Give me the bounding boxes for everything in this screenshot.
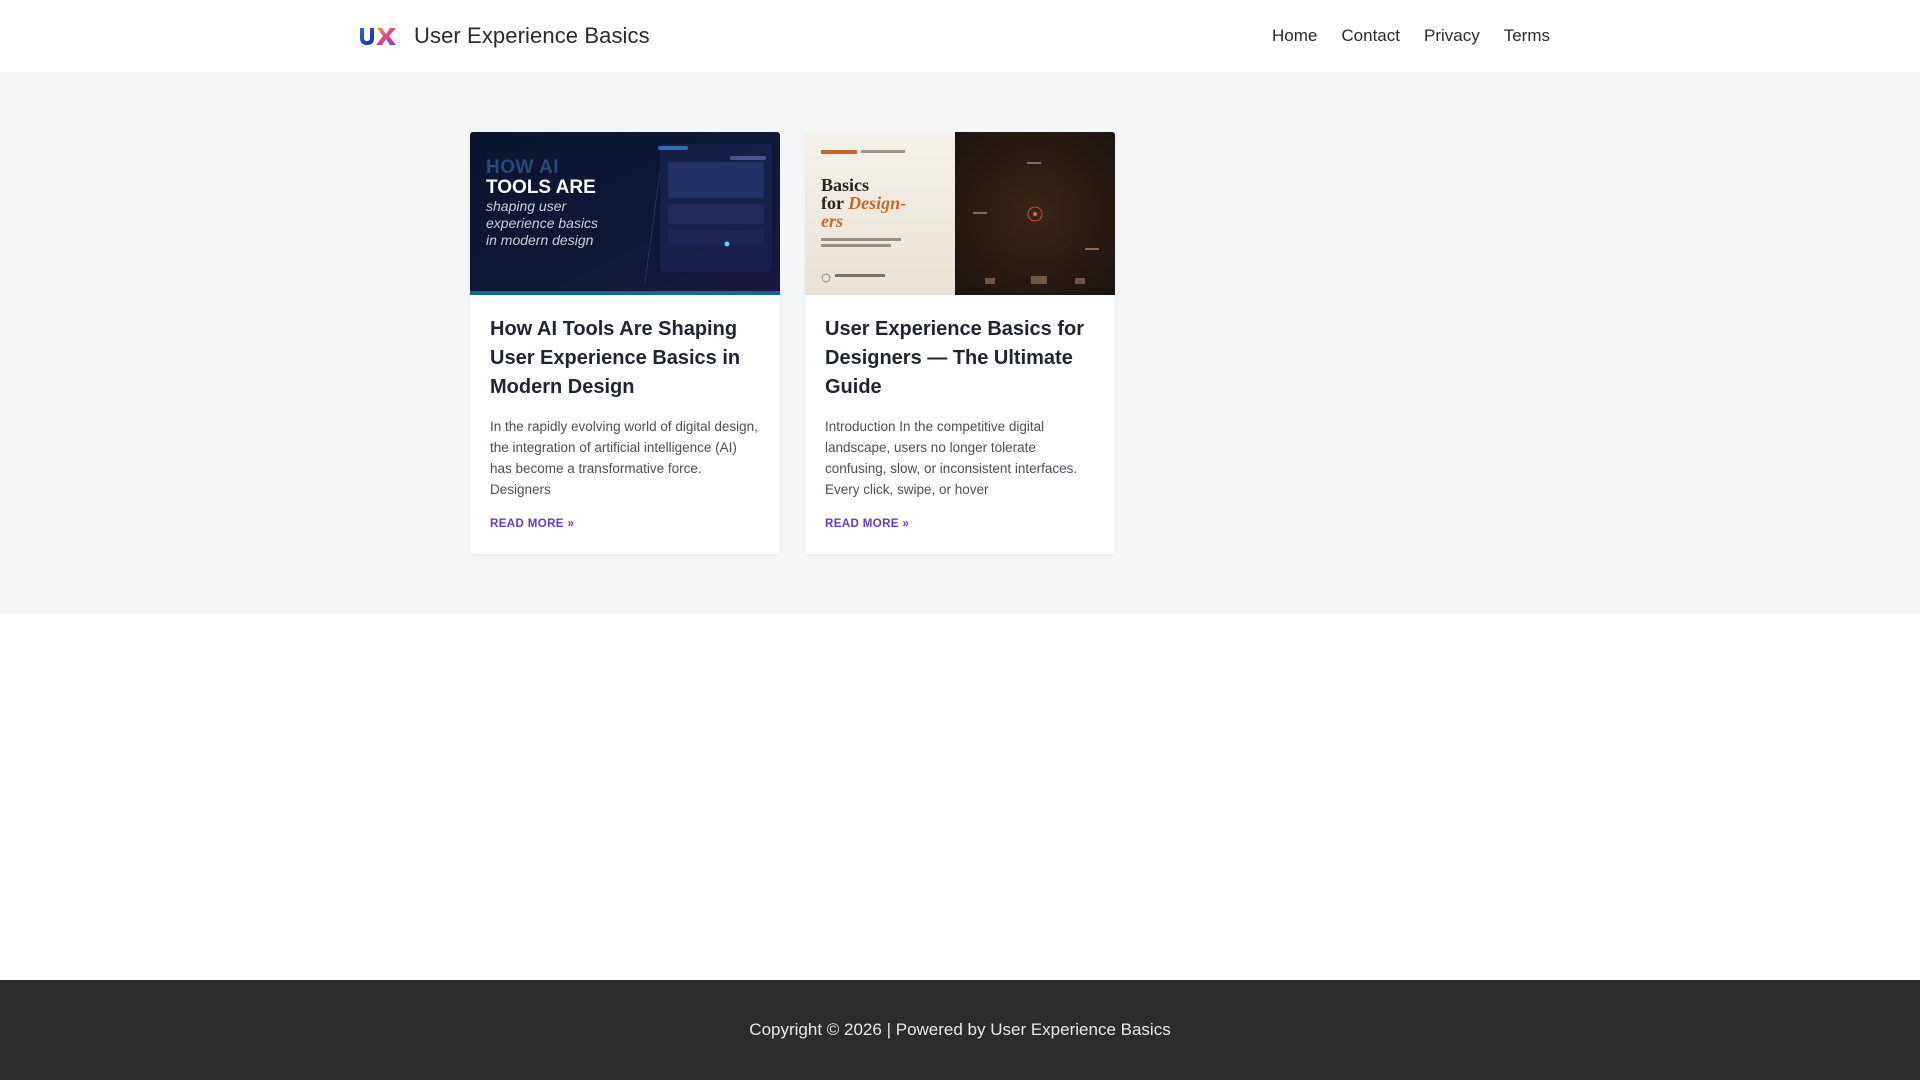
thumb-headline: HOW AI TOOLS ARE shaping user experience… bbox=[486, 158, 666, 249]
site-header: User Experience Basics Home Contact Priv… bbox=[0, 0, 1920, 72]
nav-privacy[interactable]: Privacy bbox=[1424, 26, 1480, 46]
site-footer: Copyright © 2026 | Powered by User Exper… bbox=[0, 980, 1920, 1080]
thumb-line: Basics bbox=[821, 175, 870, 195]
post-body: User Experience Basics for Designers — T… bbox=[805, 295, 1115, 532]
thumb-line: TOOLS ARE bbox=[486, 177, 596, 198]
post-body: How AI Tools Are Shaping User Experience… bbox=[470, 295, 780, 532]
post-excerpt: In the rapidly evolving world of digital… bbox=[490, 419, 758, 497]
thumb-line: for bbox=[821, 193, 844, 213]
post-excerpt: Introduction In the competitive digital … bbox=[825, 419, 1078, 497]
post-thumbnail[interactable]: Basics for Design- ers bbox=[805, 132, 1115, 295]
post-card: HOW AI TOOLS ARE shaping user experience… bbox=[470, 132, 780, 554]
nav-contact[interactable]: Contact bbox=[1341, 26, 1400, 46]
thumb-line-group: for Design- bbox=[821, 194, 906, 212]
footer-copyright: Copyright © 2026 | Powered by User Exper… bbox=[749, 1020, 1170, 1040]
thumb-line: Design- bbox=[848, 193, 907, 213]
post-title-link[interactable]: User Experience Basics for Designers — T… bbox=[825, 315, 1095, 402]
read-more-link[interactable]: READ MORE » bbox=[825, 518, 909, 530]
footer-separator: | bbox=[886, 1020, 891, 1039]
thumb-line: ers bbox=[821, 211, 843, 231]
thumb-line: experience basics bbox=[486, 215, 599, 231]
posts-area: HOW AI TOOLS ARE shaping user experience… bbox=[0, 72, 1920, 614]
nav-terms[interactable]: Terms bbox=[1504, 26, 1550, 46]
post-card: Basics for Design- ers User Experience B… bbox=[805, 132, 1115, 554]
brand-link[interactable]: User Experience Basics bbox=[358, 18, 650, 54]
post-thumbnail[interactable]: HOW AI TOOLS ARE shaping user experience… bbox=[470, 132, 780, 295]
thumb-line: HOW AI bbox=[486, 157, 560, 178]
thumb-line: in modern design bbox=[486, 232, 594, 248]
powered-by-text: Powered by User Experience Basics bbox=[895, 1020, 1171, 1039]
ux-logo-icon bbox=[358, 18, 398, 54]
post-title-link[interactable]: How AI Tools Are Shaping User Experience… bbox=[490, 315, 760, 402]
read-more-link[interactable]: READ MORE » bbox=[490, 518, 574, 530]
nav-home[interactable]: Home bbox=[1272, 26, 1317, 46]
site-title: User Experience Basics bbox=[414, 23, 650, 48]
thumb-line: shaping user bbox=[486, 198, 567, 214]
copyright-text: Copyright © 2026 bbox=[749, 1020, 882, 1039]
thumb-headline: Basics for Design- ers bbox=[821, 176, 906, 230]
main-nav: Home Contact Privacy Terms bbox=[1272, 0, 1550, 72]
